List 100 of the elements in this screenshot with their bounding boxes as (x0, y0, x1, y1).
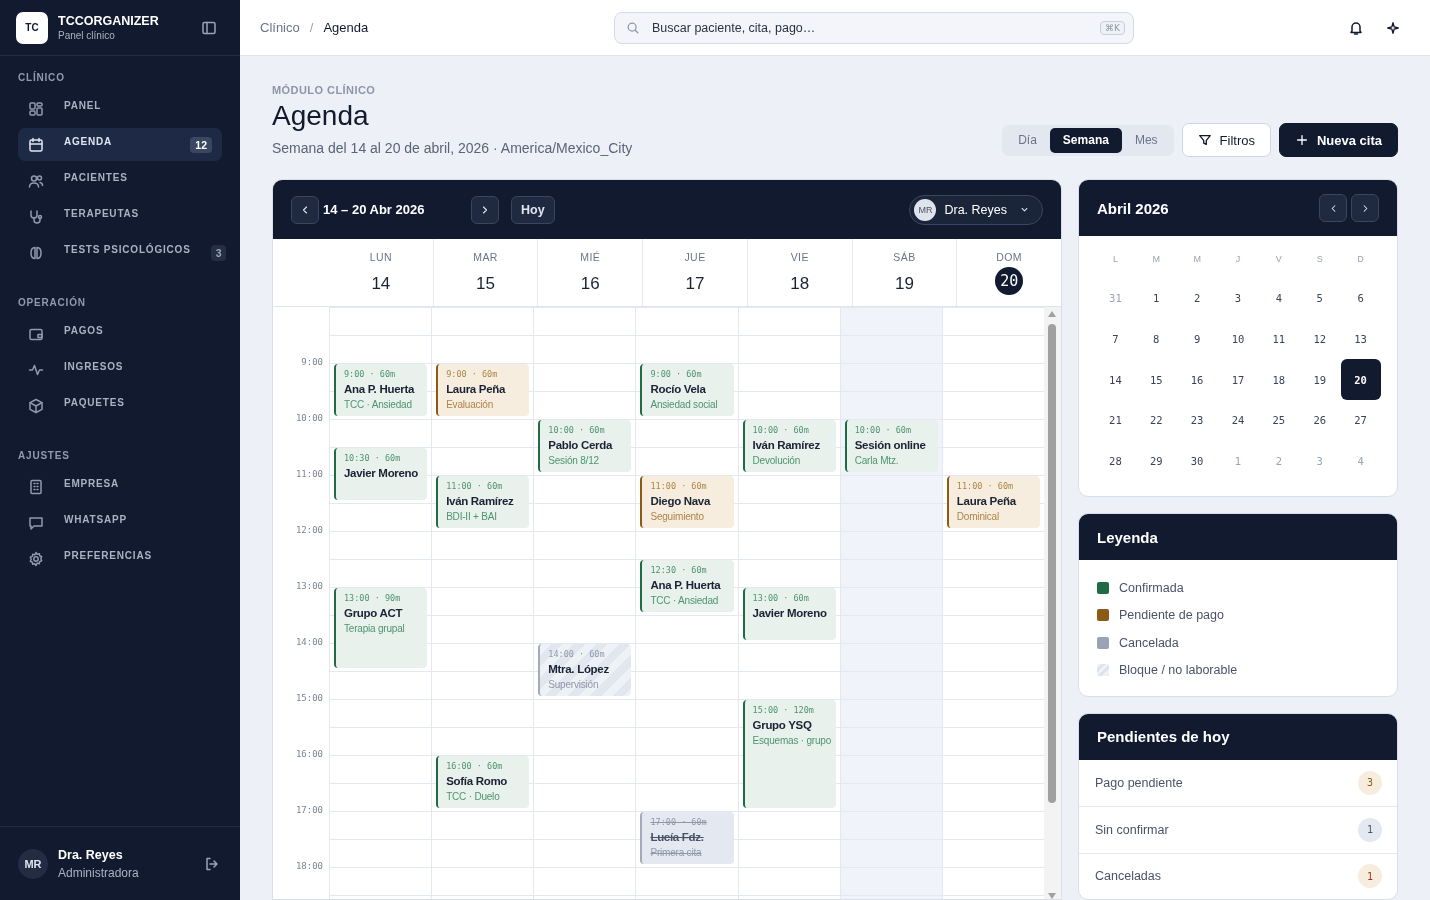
appointment-detail: TCC · Ansiedad (344, 398, 413, 411)
therapist-selector[interactable]: MR Dra. Reyes (909, 194, 1043, 225)
calendar-day[interactable]: 27 (1340, 400, 1381, 441)
view-tab[interactable]: Mes (1121, 127, 1171, 153)
nav-item[interactable]: PAGOS (18, 317, 222, 350)
appointment[interactable]: 9:00 · 60m Ana P. Huerta TCC · Ansiedad (334, 364, 428, 416)
grid-icon (28, 100, 44, 117)
calendar-day[interactable]: 13 (1340, 318, 1381, 360)
calendar-day[interactable]: 21 (1095, 400, 1136, 441)
calendar-day[interactable]: 18 (1258, 359, 1299, 401)
calendar-day[interactable]: 1 (1136, 278, 1177, 319)
view-tab[interactable]: Semana (1049, 127, 1122, 153)
calendar-day[interactable]: 2 (1177, 278, 1218, 319)
nav-item[interactable]: INGRESOS (18, 353, 222, 386)
appointment[interactable]: 11:00 · 60m Laura Peña Dominical (946, 476, 1040, 528)
appointment[interactable]: 17:00 · 60m Lucía Fdz. Primera cita (640, 812, 734, 864)
logout-button[interactable] (204, 855, 220, 872)
notifications-button[interactable] (1348, 19, 1364, 36)
calendar-day[interactable]: 30 (1177, 440, 1218, 482)
appointment[interactable]: 12:30 · 60m Ana P. Huerta TCC · Ansiedad (640, 560, 734, 612)
appointment[interactable]: 10:00 · 60m Iván Ramírez Devolución (742, 420, 836, 472)
view-tab[interactable]: Día (1005, 127, 1050, 153)
nav-item[interactable]: PACIENTES (18, 164, 222, 197)
calendar-day[interactable]: 12 (1299, 318, 1340, 360)
calendar-day[interactable]: 5 (1299, 278, 1340, 319)
calendar-day[interactable]: 4 (1258, 278, 1299, 319)
appointment[interactable]: 10:30 · 60m Javier Moreno (334, 448, 428, 500)
appointment[interactable]: 9:00 · 60m Laura Peña Evaluación (436, 364, 530, 416)
appointment[interactable]: 10:00 · 60m Sesión online Carla Mtz. (844, 420, 938, 472)
calendar-day[interactable]: 7 (1095, 318, 1136, 360)
gear-icon (28, 550, 44, 567)
breadcrumb-link[interactable]: Clínico (260, 20, 300, 35)
scroll-up-arrow[interactable] (1048, 311, 1056, 317)
count-badge: 3 (210, 244, 227, 261)
calendar-day[interactable]: 10 (1218, 318, 1258, 360)
sparkle-button[interactable] (1386, 20, 1400, 35)
appointment[interactable]: 13:00 · 60m Javier Moreno (742, 588, 836, 640)
hour-label: 10:00 (295, 413, 323, 423)
calendar-day[interactable]: 11 (1258, 318, 1299, 360)
calendar-day[interactable]: 26 (1299, 400, 1340, 441)
calendar-day[interactable]: 29 (1136, 440, 1177, 482)
appointment-detail: Supervisión (548, 678, 600, 691)
nav-item[interactable]: TERAPEUTAS (18, 200, 222, 233)
appointment-time: 10:00 · 60m (548, 425, 606, 435)
nav-item[interactable]: PAQUETES (18, 389, 222, 422)
calendar-day[interactable]: 19 (1299, 359, 1340, 401)
weekday-label: D (1356, 254, 1365, 266)
sidebar-toggle-button[interactable] (201, 19, 217, 36)
appointment-time: 10:00 · 60m (752, 425, 810, 435)
nav-item[interactable]: PREFERENCIAS (18, 542, 222, 575)
nav-item[interactable]: WHATSAPP (18, 506, 222, 539)
today-button[interactable]: Hoy (511, 195, 555, 224)
next-week-button[interactable] (471, 195, 499, 224)
appointment-name: Iván Ramírez (752, 438, 821, 453)
new-appointment-button[interactable]: Nueva cita (1278, 123, 1398, 157)
appointment-name: Ana P. Huerta (344, 382, 416, 397)
pending-row[interactable]: Pago pendiente 3 (1079, 759, 1397, 807)
appointment[interactable]: 10:00 · 60m Pablo Cerda Sesión 8/12 (538, 420, 632, 472)
calendar-day[interactable]: 9 (1177, 318, 1218, 360)
appointment-name: Laura Peña (956, 494, 1018, 509)
previous-month-button[interactable] (1319, 194, 1347, 222)
appointment[interactable]: 15:00 · 120m Grupo YSQ Esquemas · grupo (742, 700, 836, 808)
scroll-thumb[interactable] (1048, 324, 1056, 803)
pending-row[interactable]: Sin confirmar 1 (1079, 806, 1397, 853)
calendar-day[interactable]: 3 (1218, 278, 1258, 319)
nav-item[interactable]: PANEL (18, 92, 222, 125)
calendar-day[interactable]: 24 (1218, 400, 1258, 441)
calendar-day[interactable]: 6 (1340, 278, 1381, 319)
calendar-day[interactable]: 25 (1258, 400, 1299, 441)
filter-button[interactable]: Filtros (1181, 123, 1271, 157)
search-input[interactable]: Buscar paciente, cita, pago… (650, 19, 1091, 36)
weekday-label: M (1192, 254, 1202, 266)
calendar-day[interactable]: 20 (1340, 359, 1381, 401)
appointment-time: 9:00 · 60m (344, 369, 397, 379)
nav-item[interactable]: AGENDA 12 (18, 128, 222, 161)
calendar-day[interactable]: 23 (1177, 400, 1218, 441)
calendar-day[interactable]: 14 (1095, 359, 1136, 401)
previous-week-button[interactable] (291, 195, 319, 224)
pending-row[interactable]: Canceladas 1 (1079, 852, 1397, 900)
scrollbar[interactable] (1044, 307, 1061, 899)
weekday-label: V (1274, 254, 1283, 266)
calendar-day[interactable]: 28 (1095, 440, 1136, 482)
calendar-day[interactable]: 15 (1136, 359, 1177, 401)
hour-label: 11:00 (295, 469, 323, 479)
appointment-detail: Seguimiento (650, 510, 705, 523)
calendar-day[interactable]: 16 (1177, 359, 1218, 401)
calendar-day[interactable]: 22 (1136, 400, 1177, 441)
card-title: Pendientes de hoy (1097, 728, 1230, 746)
appointment[interactable]: 14:00 · 60m Mtra. López Supervisión (538, 644, 632, 696)
appointment[interactable]: 11:00 · 60m Diego Nava Seguimiento (640, 476, 734, 528)
nav-item[interactable]: EMPRESA (18, 470, 222, 503)
next-month-button[interactable] (1351, 194, 1379, 222)
section-title: AJUSTES (18, 450, 70, 461)
appointment[interactable]: 9:00 · 60m Rocío Vela Ansiedad social (640, 364, 734, 416)
appointment[interactable]: 16:00 · 60m Sofía Romo TCC · Duelo (436, 756, 530, 808)
calendar-day[interactable]: 17 (1218, 359, 1258, 401)
scroll-down-arrow[interactable] (1048, 893, 1056, 899)
appointment[interactable]: 11:00 · 60m Iván Ramírez BDI-II + BAI (436, 476, 530, 528)
calendar-day[interactable]: 8 (1136, 318, 1177, 360)
appointment[interactable]: 13:00 · 90m Grupo ACT Terapia grupal (334, 588, 428, 668)
